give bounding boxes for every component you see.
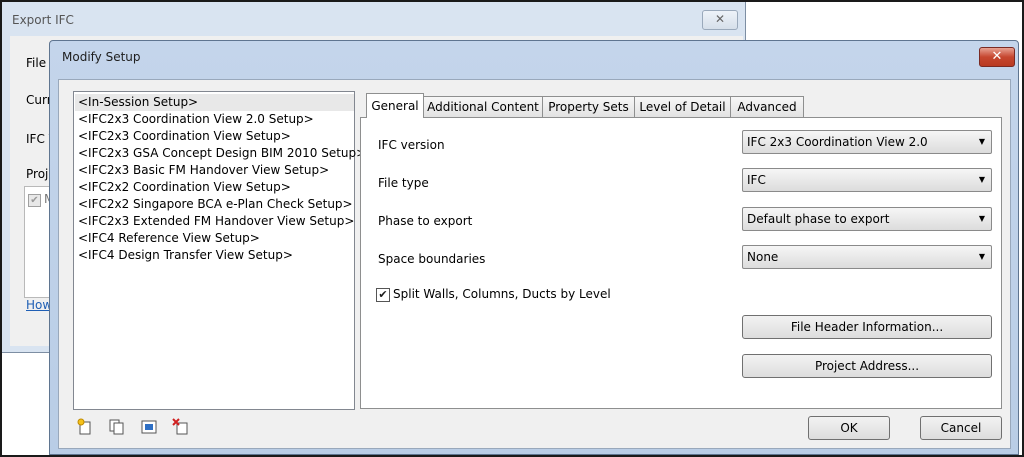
screenshot-frame (0, 0, 1024, 457)
tab-general[interactable]: General (366, 93, 424, 118)
